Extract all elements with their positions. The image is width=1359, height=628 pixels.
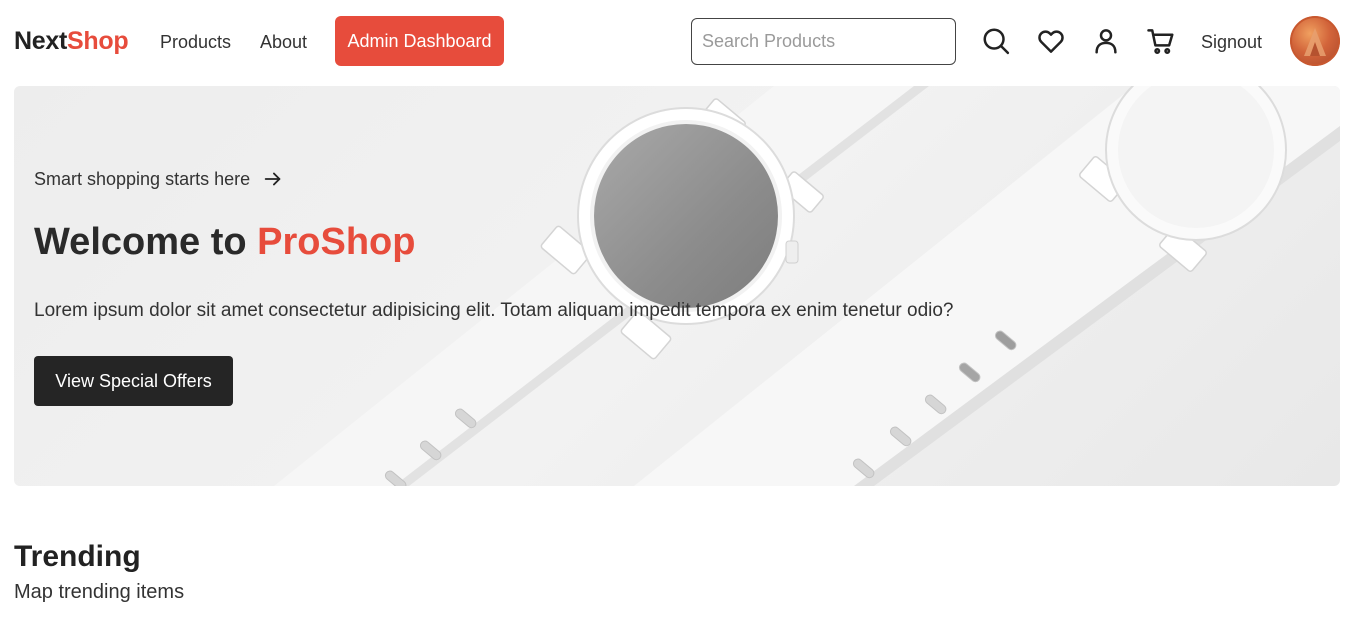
admin-dashboard-button[interactable]: Admin Dashboard (335, 16, 504, 66)
hero-title-brand: ProShop (257, 221, 416, 263)
trending-subtitle: Map trending items (14, 581, 185, 603)
logo-part-next: Next (14, 27, 67, 55)
heart-icon[interactable] (1035, 25, 1067, 57)
nav-products-link[interactable]: Products (160, 30, 231, 54)
hero-title: Welcome to ProShop (34, 218, 415, 266)
logo[interactable]: NextShop (14, 25, 129, 57)
arrow-right-icon (264, 172, 281, 186)
search-input[interactable] (691, 18, 956, 65)
signout-link[interactable]: Signout (1201, 30, 1262, 54)
hero-tagline: Smart shopping starts here (34, 167, 284, 191)
hero-description: Lorem ipsum dolor sit amet consectetur a… (34, 300, 954, 321)
header: NextShop Products About Admin Dashboard … (0, 0, 1359, 84)
user-icon[interactable] (1090, 25, 1122, 57)
view-special-offers-button[interactable]: View Special Offers (34, 356, 233, 406)
smartwatch-image (274, 86, 1340, 486)
search-icon[interactable] (980, 25, 1012, 57)
logo-part-shop: Shop (67, 27, 129, 55)
hero-title-prefix: Welcome to (34, 221, 258, 263)
hero-tagline-text: Smart shopping starts here (34, 169, 251, 189)
hero-banner: Smart shopping starts here Welcome to Pr… (14, 86, 1340, 486)
avatar[interactable] (1290, 16, 1340, 66)
cart-icon[interactable] (1145, 25, 1177, 57)
trending-heading: Trending (14, 540, 141, 573)
nav-about-link[interactable]: About (260, 30, 307, 54)
